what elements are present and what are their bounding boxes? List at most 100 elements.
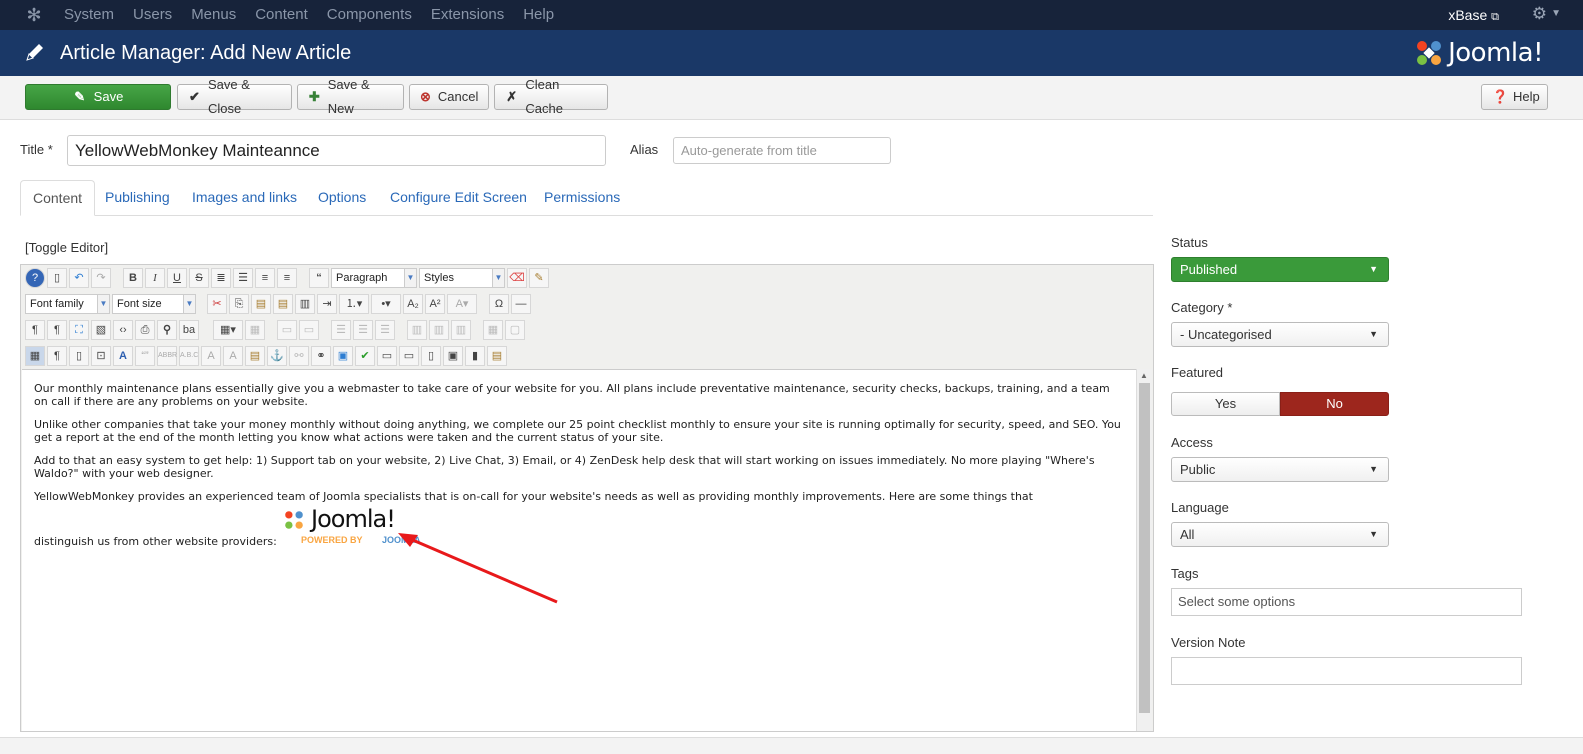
save-button[interactable]: ✎ Save bbox=[25, 84, 171, 110]
absolute-icon[interactable]: ▭ bbox=[399, 346, 419, 366]
editor-scrollbar[interactable]: ▲ bbox=[1136, 369, 1152, 731]
chevron-down-icon[interactable]: ▼ bbox=[1551, 8, 1561, 19]
delete-row-icon[interactable]: ☰ bbox=[375, 320, 395, 340]
redo-icon[interactable]: ↷ bbox=[91, 268, 111, 288]
cite-icon[interactable]: “” bbox=[135, 346, 155, 366]
alias-input[interactable]: Auto-generate from title bbox=[673, 137, 891, 164]
menu-users[interactable]: Users bbox=[133, 0, 172, 30]
paste-word-icon[interactable]: ▥ bbox=[295, 294, 315, 314]
editor-content[interactable]: Our monthly maintenance plans essentiall… bbox=[22, 369, 1137, 731]
acronym-icon[interactable]: A.B.C bbox=[179, 346, 199, 366]
menu-extensions[interactable]: Extensions bbox=[431, 0, 504, 30]
copy-icon[interactable]: ⎘ bbox=[229, 294, 249, 314]
featured-no-button[interactable]: No bbox=[1280, 392, 1389, 416]
tab-content[interactable]: Content bbox=[20, 180, 96, 216]
superscript-icon[interactable]: A² bbox=[425, 294, 445, 314]
source-code-icon[interactable]: ‹› bbox=[113, 320, 133, 340]
insert-row-before-icon[interactable]: ☰ bbox=[331, 320, 351, 340]
menu-components[interactable]: Components bbox=[327, 0, 412, 30]
row-props-icon[interactable]: ▭ bbox=[277, 320, 297, 340]
scrollbar-thumb[interactable] bbox=[1139, 383, 1150, 713]
layer-icon[interactable]: ▭ bbox=[377, 346, 397, 366]
attributes-icon[interactable]: ▤ bbox=[245, 346, 265, 366]
menu-menus[interactable]: Menus bbox=[191, 0, 236, 30]
tab-images-and-links[interactable]: Images and links bbox=[192, 180, 297, 216]
delete-text-icon[interactable]: A bbox=[201, 346, 221, 366]
template-list-icon[interactable]: ▤ bbox=[487, 346, 507, 366]
strikethrough-icon[interactable]: S bbox=[189, 268, 209, 288]
save-new-button[interactable]: ✚ Save & New bbox=[297, 77, 404, 116]
category-select[interactable]: - Uncategorised ▼ bbox=[1171, 322, 1389, 347]
paste-text-icon[interactable]: ▤ bbox=[273, 294, 293, 314]
cleanup-brush-icon[interactable]: ✎ bbox=[529, 268, 549, 288]
insert-col-after-icon[interactable]: ▥ bbox=[429, 320, 449, 340]
site-link[interactable]: xBase ⧉ bbox=[1448, 0, 1499, 32]
text-color-icon[interactable]: A▾ bbox=[447, 294, 477, 314]
template-icon[interactable]: ▧ bbox=[91, 320, 111, 340]
scroll-up-icon[interactable]: ▲ bbox=[1140, 371, 1148, 380]
cut-icon[interactable]: ✂ bbox=[207, 294, 227, 314]
joomla-logo-icon[interactable]: ✻ bbox=[24, 5, 44, 25]
underline-icon[interactable]: U bbox=[167, 268, 187, 288]
show-blocks-icon[interactable]: ¶ bbox=[47, 346, 67, 366]
image-icon[interactable]: ▣ bbox=[333, 346, 353, 366]
access-select[interactable]: Public ▼ bbox=[1171, 457, 1389, 482]
blockquote-icon[interactable]: “ bbox=[309, 268, 329, 288]
menu-help[interactable]: Help bbox=[523, 0, 554, 30]
search-icon[interactable]: ⚲ bbox=[157, 320, 177, 340]
insert-row-after-icon[interactable]: ☰ bbox=[353, 320, 373, 340]
image-manager-icon[interactable]: ▣ bbox=[443, 346, 463, 366]
font-size-select[interactable]: Font size ▼ bbox=[112, 294, 196, 314]
version-note-input[interactable] bbox=[1171, 657, 1522, 685]
horizontal-rule-icon[interactable]: — bbox=[511, 294, 531, 314]
page-break-icon[interactable]: ▯ bbox=[421, 346, 441, 366]
fullscreen-icon[interactable]: ⛶ bbox=[69, 320, 89, 340]
help-icon[interactable]: ? bbox=[25, 268, 45, 288]
cancel-button[interactable]: ⊗ Cancel bbox=[409, 84, 489, 110]
styles-select[interactable]: Styles ▼ bbox=[419, 268, 505, 288]
non-breaking-icon[interactable]: ⊡ bbox=[91, 346, 111, 366]
delete-table-icon[interactable]: ▦ bbox=[245, 320, 265, 340]
menu-system[interactable]: System bbox=[64, 0, 114, 30]
eraser-icon[interactable]: ⌫ bbox=[507, 268, 527, 288]
split-cells-icon[interactable]: ▦ bbox=[483, 320, 503, 340]
gear-icon[interactable]: ⚙ bbox=[1532, 4, 1547, 24]
special-character-icon[interactable]: Ω bbox=[489, 294, 509, 314]
tab-configure-edit-screen[interactable]: Configure Edit Screen bbox=[390, 180, 527, 216]
insert-text-icon[interactable]: A bbox=[223, 346, 243, 366]
title-input[interactable]: YellowWebMonkey Mainteannce bbox=[67, 135, 606, 166]
table-icon[interactable]: ▦▾ bbox=[213, 320, 243, 340]
style-props-icon[interactable]: A bbox=[113, 346, 133, 366]
link-icon[interactable]: ⚭ bbox=[311, 346, 331, 366]
subscript-icon[interactable]: A₂ bbox=[403, 294, 423, 314]
unlink-icon[interactable]: ⚯ bbox=[289, 346, 309, 366]
clean-cache-button[interactable]: ✗ Clean Cache bbox=[494, 77, 608, 116]
font-family-select[interactable]: Font family ▼ bbox=[25, 294, 110, 314]
save-close-button[interactable]: ✔ Save & Close bbox=[177, 77, 292, 116]
italic-icon[interactable]: I bbox=[145, 268, 165, 288]
replace-icon[interactable]: ba bbox=[179, 320, 199, 340]
numbered-list-icon[interactable]: ⒈▾ bbox=[339, 294, 369, 314]
align-right-icon[interactable]: ≡ bbox=[277, 268, 297, 288]
merge-cells-icon[interactable]: ▢ bbox=[505, 320, 525, 340]
menu-content[interactable]: Content bbox=[255, 0, 308, 30]
insert-col-before-icon[interactable]: ▥ bbox=[407, 320, 427, 340]
spellcheck-icon[interactable]: ✔ bbox=[355, 346, 375, 366]
help-button[interactable]: ❓ Help bbox=[1481, 84, 1548, 110]
tags-input[interactable]: Select some options bbox=[1171, 588, 1522, 616]
align-left-icon[interactable]: ≡ bbox=[255, 268, 275, 288]
delete-col-icon[interactable]: ▥ bbox=[451, 320, 471, 340]
tab-options[interactable]: Options bbox=[318, 180, 366, 216]
tab-permissions[interactable]: Permissions bbox=[544, 180, 620, 216]
tab-publishing[interactable]: Publishing bbox=[105, 180, 170, 216]
ltr-icon[interactable]: ¶ bbox=[25, 320, 45, 340]
visual-aid-icon[interactable]: ▦ bbox=[25, 346, 45, 366]
bold-icon[interactable]: B bbox=[123, 268, 143, 288]
cell-props-icon[interactable]: ▭ bbox=[299, 320, 319, 340]
anchor-icon[interactable]: ⚓ bbox=[267, 346, 287, 366]
bullet-list-icon[interactable]: •▾ bbox=[371, 294, 401, 314]
status-select[interactable]: Published ▼ bbox=[1171, 257, 1389, 282]
print-icon[interactable]: ⎙ bbox=[135, 320, 155, 340]
align-center-icon[interactable]: ☰ bbox=[233, 268, 253, 288]
toggle-editor-link[interactable]: [Toggle Editor] bbox=[25, 240, 108, 255]
